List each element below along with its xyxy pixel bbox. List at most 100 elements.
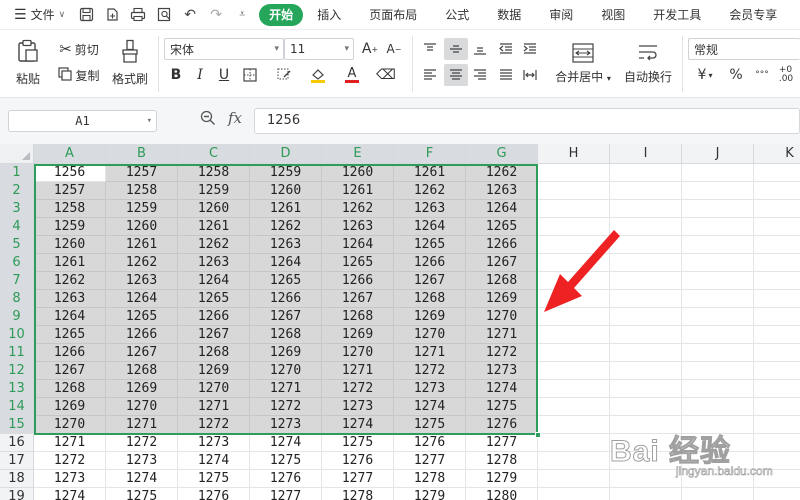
merge-center-button[interactable]: 合并居中 ▾	[552, 38, 614, 90]
cell-c19[interactable]: 1276	[178, 488, 250, 500]
row-header-18[interactable]: 18	[0, 470, 34, 488]
cell-a7[interactable]: 1262	[34, 272, 106, 290]
tab-review[interactable]: 审阅	[535, 4, 587, 26]
cell-i13[interactable]	[610, 380, 682, 398]
wrap-text-button[interactable]: 自动换行	[620, 38, 676, 90]
cell-d3[interactable]: 1261	[250, 200, 322, 218]
cell-d13[interactable]: 1271	[250, 380, 322, 398]
borders-icon[interactable]	[238, 64, 262, 86]
cell-d5[interactable]: 1263	[250, 236, 322, 254]
cell-g16[interactable]: 1277	[466, 434, 538, 452]
cell-b4[interactable]: 1260	[106, 218, 178, 236]
save-icon[interactable]	[73, 2, 99, 28]
cell-c3[interactable]: 1260	[178, 200, 250, 218]
cell-j10[interactable]	[682, 326, 754, 344]
cell-j4[interactable]	[682, 218, 754, 236]
cell-k4[interactable]	[754, 218, 800, 236]
cell-c2[interactable]: 1259	[178, 182, 250, 200]
row-header-2[interactable]: 2	[0, 182, 34, 200]
customize-toolbar-icon[interactable]: ⩡	[229, 2, 255, 28]
cell-a9[interactable]: 1264	[34, 308, 106, 326]
cell-c4[interactable]: 1261	[178, 218, 250, 236]
cell-k3[interactable]	[754, 200, 800, 218]
cell-j7[interactable]	[682, 272, 754, 290]
cell-g1[interactable]: 1262	[466, 164, 538, 182]
cell-f12[interactable]: 1272	[394, 362, 466, 380]
print-preview-icon[interactable]	[151, 2, 177, 28]
name-box[interactable]: A1 ▾	[8, 110, 157, 132]
cell-h18[interactable]	[538, 470, 610, 488]
align-left-icon[interactable]	[418, 64, 442, 86]
cell-j3[interactable]	[682, 200, 754, 218]
zoom-formula-icon[interactable]	[200, 110, 216, 130]
cell-f5[interactable]: 1265	[394, 236, 466, 254]
cell-h14[interactable]	[538, 398, 610, 416]
row-header-11[interactable]: 11	[0, 344, 34, 362]
cell-c5[interactable]: 1262	[178, 236, 250, 254]
cell-b12[interactable]: 1268	[106, 362, 178, 380]
cell-e19[interactable]: 1278	[322, 488, 394, 500]
cell-e3[interactable]: 1262	[322, 200, 394, 218]
export-icon[interactable]	[99, 2, 125, 28]
formula-input[interactable]: 1256	[254, 108, 800, 134]
cell-e15[interactable]: 1274	[322, 416, 394, 434]
row-header-12[interactable]: 12	[0, 362, 34, 380]
distributed-align-icon[interactable]	[518, 64, 542, 86]
cell-f15[interactable]: 1275	[394, 416, 466, 434]
increase-font-size-icon[interactable]: A +	[358, 38, 382, 60]
row-header-3[interactable]: 3	[0, 200, 34, 218]
cell-c7[interactable]: 1264	[178, 272, 250, 290]
cell-d15[interactable]: 1273	[250, 416, 322, 434]
row-header-15[interactable]: 15	[0, 416, 34, 434]
cell-i11[interactable]	[610, 344, 682, 362]
cell-c9[interactable]: 1266	[178, 308, 250, 326]
currency-format-icon[interactable]: ¥ ▾	[690, 64, 720, 86]
cell-k14[interactable]	[754, 398, 800, 416]
cell-e2[interactable]: 1261	[322, 182, 394, 200]
cell-j12[interactable]	[682, 362, 754, 380]
tab-page-layout[interactable]: 页面布局	[355, 4, 431, 26]
cell-b1[interactable]: 1257	[106, 164, 178, 182]
cell-j9[interactable]	[682, 308, 754, 326]
clear-format-icon[interactable]: ⌫	[374, 64, 398, 86]
tab-home[interactable]: 开始	[259, 3, 304, 26]
font-size-select[interactable]: 11 ▾	[284, 38, 354, 60]
row-header-16[interactable]: 16	[0, 434, 34, 452]
cell-h3[interactable]	[538, 200, 610, 218]
cell-g11[interactable]: 1272	[466, 344, 538, 362]
cell-f7[interactable]: 1267	[394, 272, 466, 290]
cell-g19[interactable]: 1280	[466, 488, 538, 500]
cell-a14[interactable]: 1269	[34, 398, 106, 416]
cell-h10[interactable]	[538, 326, 610, 344]
row-header-19[interactable]: 19	[0, 488, 34, 500]
cell-e12[interactable]: 1271	[322, 362, 394, 380]
cell-b15[interactable]: 1271	[106, 416, 178, 434]
cell-h2[interactable]	[538, 182, 610, 200]
cell-f3[interactable]: 1263	[394, 200, 466, 218]
cell-b6[interactable]: 1262	[106, 254, 178, 272]
cell-a6[interactable]: 1261	[34, 254, 106, 272]
column-header-i[interactable]: I	[610, 144, 682, 164]
cell-j2[interactable]	[682, 182, 754, 200]
number-format-select[interactable]: 常规	[688, 38, 800, 60]
cell-e7[interactable]: 1266	[322, 272, 394, 290]
fill-style-icon[interactable]	[272, 64, 296, 86]
cell-a8[interactable]: 1263	[34, 290, 106, 308]
align-bottom-icon[interactable]	[468, 38, 492, 60]
cell-c15[interactable]: 1272	[178, 416, 250, 434]
cell-b10[interactable]: 1266	[106, 326, 178, 344]
cell-g8[interactable]: 1269	[466, 290, 538, 308]
percent-format-icon[interactable]: %	[724, 64, 748, 86]
select-all-corner[interactable]	[0, 144, 34, 164]
increase-indent-icon[interactable]	[518, 38, 542, 60]
cell-b18[interactable]: 1274	[106, 470, 178, 488]
cell-i14[interactable]	[610, 398, 682, 416]
decrease-indent-icon[interactable]	[494, 38, 518, 60]
cell-j6[interactable]	[682, 254, 754, 272]
cell-e6[interactable]: 1265	[322, 254, 394, 272]
insert-function-icon[interactable]: fx	[228, 109, 242, 127]
cell-b3[interactable]: 1259	[106, 200, 178, 218]
row-header-4[interactable]: 4	[0, 218, 34, 236]
cell-a18[interactable]: 1273	[34, 470, 106, 488]
cell-c6[interactable]: 1263	[178, 254, 250, 272]
